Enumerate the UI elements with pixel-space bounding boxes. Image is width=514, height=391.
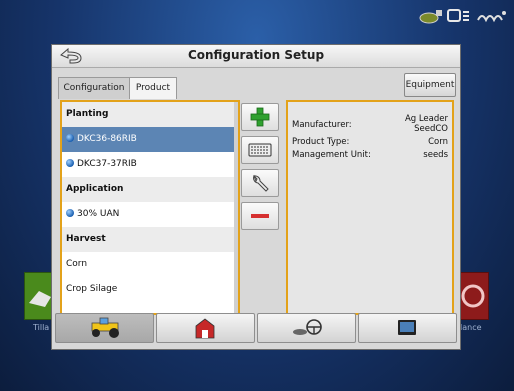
keyboard-icon [248, 143, 272, 157]
wrench-icon [252, 174, 269, 192]
dialog-titlebar: Configuration Setup [52, 45, 460, 68]
list-item[interactable]: DKC36-86RIB [62, 127, 238, 152]
list-item-label: 30% UAN [77, 209, 120, 219]
manufacturer-label: Manufacturer: [292, 120, 352, 130]
keyboard-button[interactable] [241, 136, 279, 164]
steering-wheel-icon [293, 319, 322, 335]
display-status-icon [447, 9, 469, 22]
background-app-label-left: Tilla [33, 323, 50, 332]
list-item[interactable]: DKC37-37RIB [62, 152, 238, 177]
monitor-icon [398, 320, 416, 335]
list-item[interactable]: Crop Silage [62, 277, 238, 302]
status-icons [416, 4, 510, 28]
dialog-title: Configuration Setup [187, 48, 325, 62]
equipment-button[interactable]: Equipment [404, 73, 456, 97]
list-group-header: Harvest [62, 227, 238, 252]
product-type-label: Product Type: [292, 137, 350, 147]
list-group-header: Application [62, 177, 238, 202]
management-unit-row: Management Unit: seeds [292, 150, 448, 162]
background-app-label-right: lance [460, 323, 482, 332]
barn-icon [195, 318, 215, 339]
tractor-icon [91, 317, 119, 338]
bottom-nav [55, 313, 457, 343]
list-item-label: DKC36-86RIB [77, 134, 137, 144]
farm-button[interactable] [156, 313, 255, 343]
management-unit-label: Management Unit: [292, 150, 371, 160]
product-dot-icon [66, 134, 74, 142]
edit-button[interactable] [241, 169, 279, 197]
product-dot-icon [66, 159, 74, 167]
signal-icon [477, 11, 506, 23]
tab-configuration[interactable]: Configuration [58, 77, 130, 99]
minus-icon [251, 214, 269, 218]
add-button[interactable] [241, 103, 279, 131]
product-details-panel: Manufacturer: Ag Leader SeedCO Product T… [286, 100, 454, 315]
configuration-dialog: Configuration Setup Configuration Produc… [51, 44, 461, 350]
list-item-label: Crop Silage [66, 284, 118, 294]
background-app-tile-right[interactable] [457, 272, 489, 320]
product-dot-icon [66, 209, 74, 217]
vehicle-button[interactable] [55, 313, 154, 343]
list-scrollbar[interactable] [234, 102, 238, 313]
steering-button[interactable] [257, 313, 356, 343]
manufacturer-value-line2: SeedCO [414, 124, 448, 134]
product-type-row: Product Type: Corn [292, 137, 448, 149]
list-item-label: Corn [66, 259, 88, 269]
list-group-header: Planting [62, 102, 238, 127]
list-item[interactable]: Corn [62, 252, 238, 277]
management-unit-value: seeds [423, 150, 448, 160]
display-button[interactable] [358, 313, 457, 343]
gps-satellite-icon [419, 10, 442, 24]
list-item-label: DKC37-37RIB [77, 159, 137, 169]
manufacturer-row: Manufacturer: Ag Leader SeedCO [292, 114, 448, 136]
list-item[interactable]: 30% UAN [62, 202, 238, 227]
plus-icon [250, 107, 270, 127]
manufacturer-value-line1: Ag Leader [404, 114, 448, 124]
product-type-value: Corn [428, 137, 448, 147]
product-list: Planting DKC36-86RIB DKC37-37RIB Applica… [60, 100, 240, 315]
tab-product[interactable]: Product [129, 77, 177, 99]
remove-button[interactable] [241, 202, 279, 230]
